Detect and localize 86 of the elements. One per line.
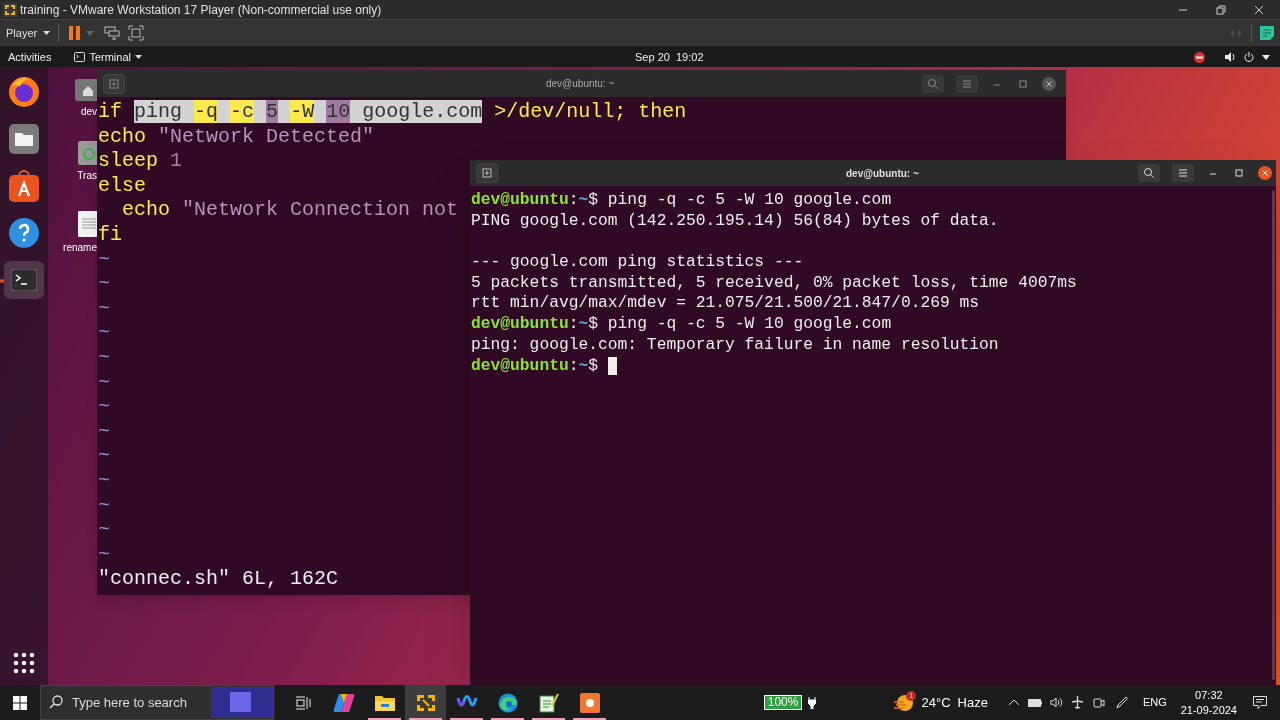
folder-icon[interactable] [374,694,395,711]
send-keys-icon[interactable] [104,25,121,41]
code-line: ~ [98,321,110,345]
player-menu[interactable]: Player [0,20,57,46]
search-icon[interactable] [1138,164,1160,182]
output-line: 5 packets transmitted, 5 received, 0% packet loss, time 4007ms [471,272,1077,294]
app-menu[interactable]: Terminal [74,48,142,66]
volume-icon[interactable] [1049,697,1063,708]
maximize-icon[interactable] [1232,166,1246,180]
language-indicator[interactable]: ENG [1142,694,1167,711]
chevron-up-icon[interactable] [1007,699,1020,706]
scrollbar[interactable] [1272,190,1275,680]
output-line: --- google.com ping statistics --- [471,252,804,273]
window-title: dev@ubuntu: ~ [846,166,919,181]
camera-icon[interactable] [1092,696,1105,709]
clock[interactable]: Sep 20 19:02 [635,48,704,66]
window-title: dev@ubuntu: ~ [546,77,615,91]
caret-icon [43,31,51,35]
windows-start-icon[interactable] [13,695,27,710]
note-icon[interactable] [1260,26,1274,40]
battery-icon[interactable] [1027,698,1042,707]
recorder-icon[interactable] [579,692,600,713]
notepad-icon[interactable] [538,692,559,713]
terminal-icon[interactable] [11,269,37,291]
code-line: ~ [98,518,110,542]
clock[interactable]: 07:32 [1195,687,1223,703]
code-line: ~ [98,444,110,468]
task-view-icon[interactable] [294,695,311,710]
desktop-icon-label[interactable]: rename [63,242,97,254]
code-line: ~ [98,296,110,320]
do-not-disturb-icon[interactable] [1194,51,1205,63]
pen-icon[interactable] [1115,696,1128,709]
menu-icon[interactable] [1172,164,1194,182]
close-icon[interactable] [1042,76,1056,91]
plug-icon [808,696,817,709]
output-line: PING google.com (142.250.195.14) 56(84) bytes of data. [471,210,999,232]
terminal-icon [74,52,86,62]
window-title: training - VMware Workstation 17 Player (Non-commercial use only) [20,1,382,19]
temperature[interactable]: 24°C [921,692,951,713]
code-line: else [98,173,146,197]
new-tab-icon[interactable] [476,163,498,183]
code-line: if ping -q -c 5 -W 10 google.com >/dev/null; then [98,100,687,123]
code-line: sleep 1 [98,149,183,173]
prompt-line: dev@ubuntu:~$ ping -q -c 5 -W 10 google.com [471,190,892,211]
close-icon[interactable] [1258,166,1272,180]
code-line: ~ [98,345,110,369]
notification-icon[interactable] [1253,696,1267,709]
help-icon[interactable] [9,218,39,248]
code-line: echo "Network Connection not [121,198,459,222]
search-icon[interactable] [922,74,944,93]
output-line: rtt min/avg/max/mdev = 21.075/21.500/21.847/0.269 ms [471,293,980,315]
output-line: ping: google.com: Temporary failure in name resolution [471,334,999,356]
home-folder-icon[interactable] [75,79,97,101]
volume-icon[interactable] [1225,52,1236,62]
fullscreen-icon[interactable] [128,25,145,41]
firefox-icon[interactable] [8,76,40,108]
desktop-icon-label[interactable]: dev [80,106,97,118]
code-line: ~ [98,247,110,271]
code-line: ~ [98,468,110,492]
caret-icon[interactable] [1262,54,1270,60]
caret-icon [135,55,142,59]
status-line: "connec.sh" 6L, 162C [98,567,339,591]
activities-button[interactable]: Activities [8,48,52,66]
search-icon [49,695,63,709]
code-line: ~ [98,272,110,296]
code-line: ~ [98,419,110,443]
code-line: fi [98,222,122,246]
power-icon[interactable] [1244,52,1254,62]
code-line: ~ [98,395,110,419]
shopping-bag-icon[interactable] [9,170,39,202]
prompt-line: dev@ubuntu:~$ ping -q -c 5 -W 10 google.com [471,314,892,335]
app-grid-icon[interactable] [13,652,35,674]
code-line: echo "Network Detected" [98,124,375,148]
date[interactable]: 21-09-2024 [1180,702,1237,718]
code-line: ~ [98,542,110,566]
close-icon[interactable] [1254,4,1264,15]
edge-icon[interactable] [497,692,518,713]
restore-icon[interactable] [1216,4,1226,15]
folder-icon[interactable] [9,124,39,154]
airplane-icon[interactable] [1070,696,1084,709]
code-line: ~ [98,370,110,394]
pause-icon[interactable] [69,26,82,40]
code-line: ~ [98,493,110,517]
prompt-line: dev@ubuntu:~$ [471,355,599,377]
desktop-icon-label[interactable]: Tras [77,170,97,182]
weather-condition[interactable]: Haze [957,692,988,713]
